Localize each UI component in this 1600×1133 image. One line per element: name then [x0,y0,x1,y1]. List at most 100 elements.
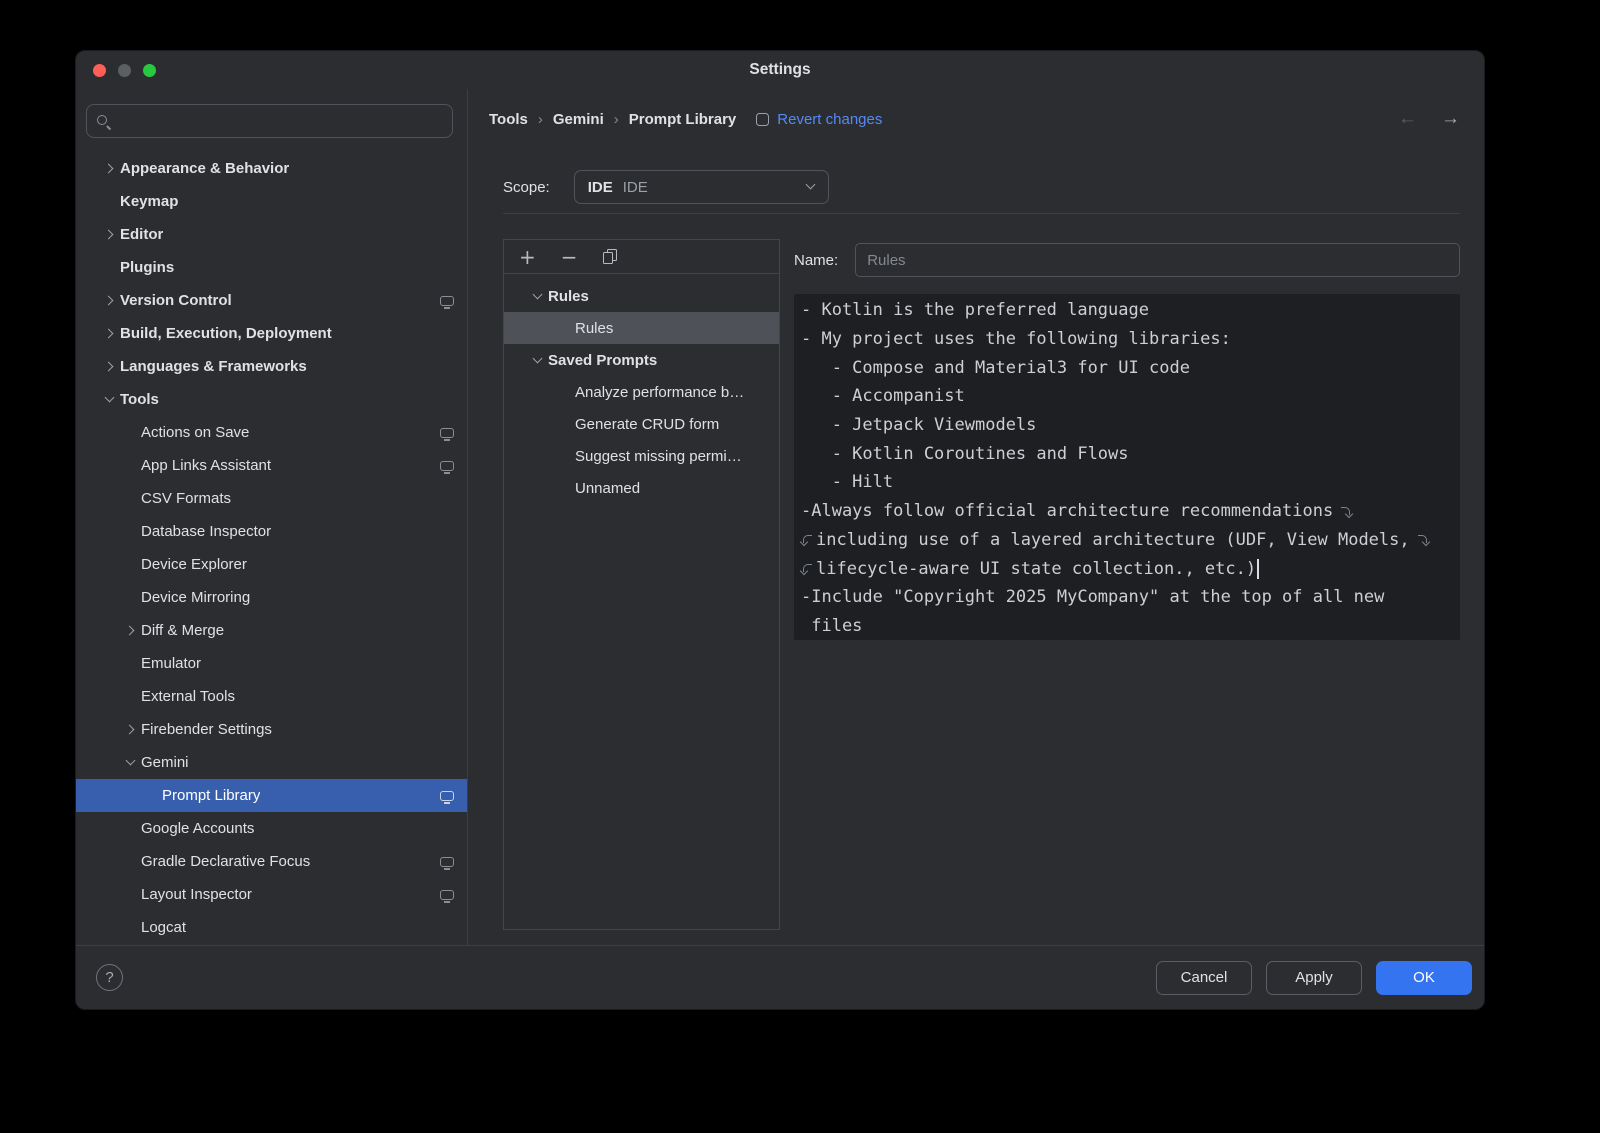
editor-line: -Include "Copyright 2025 MyCompany" at t… [801,587,1384,607]
sidebar-item-gradle-declarative-focus[interactable]: Gradle Declarative Focus [76,845,467,878]
chevron-down-icon [526,292,548,301]
prompt-group-saved-prompts[interactable]: Saved Prompts [504,344,779,376]
minimize-window-button[interactable] [118,64,131,77]
forward-arrow-icon[interactable]: → [1441,108,1460,130]
sidebar-item-device-mirroring[interactable]: Device Mirroring [76,581,467,614]
sidebar-item-label: Gradle Declarative Focus [141,853,310,870]
sidebar-item-version-control[interactable]: Version Control [76,284,467,317]
sidebar-item-google-accounts[interactable]: Google Accounts [76,812,467,845]
prompt-item-generate-crud-form[interactable]: Generate CRUD form [504,408,779,440]
traffic-lights [93,51,156,89]
sidebar-item-gemini[interactable]: Gemini [76,746,467,779]
sidebar-item-device-explorer[interactable]: Device Explorer [76,548,467,581]
settings-tree: Appearance & Behavior Keymap Editor Plug… [76,152,467,944]
prompt-text-editor[interactable]: - Kotlin is the preferred language - My … [794,294,1460,640]
editor-line: - Jetpack Viewmodels [801,415,1036,435]
history-nav: ← → [1398,108,1460,130]
search-field[interactable] [86,104,453,138]
scope-dropdown[interactable]: IDE IDE [574,170,829,204]
prompt-detail-panel: Name: - Kotlin is the preferred language… [794,239,1460,930]
soft-wrap-icon [1417,532,1430,547]
prompt-item-rules[interactable]: Rules [504,312,779,344]
sidebar-item-tools[interactable]: Tools [76,383,467,416]
breadcrumb-gemini[interactable]: Gemini [553,111,604,128]
back-arrow-icon[interactable]: ← [1398,108,1417,130]
soft-wrap-icon [800,561,813,576]
sidebar-item-label: App Links Assistant [141,457,271,474]
sidebar-item-plugins[interactable]: Plugins [76,251,467,284]
scope-value: IDE [623,179,648,196]
text-caret [1257,559,1259,579]
sidebar-item-appearance-behavior[interactable]: Appearance & Behavior [76,152,467,185]
chevron-right-icon [119,626,141,635]
sidebar-item-keymap[interactable]: Keymap [76,185,467,218]
prompt-group-label: Saved Prompts [548,352,657,369]
sidebar-item-actions-on-save[interactable]: Actions on Save [76,416,467,449]
sidebar-item-app-links-assistant[interactable]: App Links Assistant [76,449,467,482]
window-title: Settings [76,61,1484,79]
prompt-item-analyze-performance[interactable]: Analyze performance b… [504,376,779,408]
chevron-right-icon [98,362,120,371]
prompt-item-label: Rules [575,320,613,337]
sidebar-item-label: Build, Execution, Deployment [120,325,332,342]
prompt-group-rules[interactable]: Rules [504,280,779,312]
sidebar-item-layout-inspector[interactable]: Layout Inspector [76,878,467,911]
ide-settings-icon [440,890,454,900]
sidebar-item-label: Tools [120,391,159,408]
chevron-right-icon [119,725,141,734]
sidebar-item-label: Appearance & Behavior [120,160,289,177]
sidebar-item-csv-formats[interactable]: CSV Formats [76,482,467,515]
ok-button[interactable]: OK [1376,961,1472,995]
sidebar-item-label: External Tools [141,688,235,705]
sidebar-item-label: Firebender Settings [141,721,272,738]
sidebar-item-build-execution-deployment[interactable]: Build, Execution, Deployment [76,317,467,350]
revert-changes-link[interactable]: Revert changes [777,111,882,128]
sidebar-item-emulator[interactable]: Emulator [76,647,467,680]
sidebar-item-logcat[interactable]: Logcat [76,911,467,944]
apply-button[interactable]: Apply [1266,961,1362,995]
remove-prompt-button[interactable]: − [561,247,578,267]
editor-line: lifecycle-aware UI state collection., et… [816,559,1256,579]
sidebar-item-label: Keymap [120,193,178,210]
prompt-item-unnamed[interactable]: Unnamed [504,472,779,504]
sidebar-item-firebender-settings[interactable]: Firebender Settings [76,713,467,746]
chevron-down-icon [119,758,141,767]
sidebar-item-external-tools[interactable]: External Tools [76,680,467,713]
prompt-library-panels: + − Rules Rules [503,239,1460,930]
chevron-down-icon [806,178,815,196]
chevron-right-icon [98,329,120,338]
prompt-item-label: Generate CRUD form [575,416,719,433]
ide-settings-icon [440,791,454,801]
revert-icon [756,113,769,126]
prompt-tree-panel: + − Rules Rules [503,239,780,930]
search-icon [97,114,111,128]
search-input[interactable] [120,112,442,131]
editor-line: - Kotlin is the preferred language [801,300,1149,320]
sidebar-item-diff-merge[interactable]: Diff & Merge [76,614,467,647]
copy-prompt-button[interactable] [603,249,617,264]
sidebar-item-label: Editor [120,226,163,243]
breadcrumb-tools[interactable]: Tools [489,111,528,128]
editor-line: files [801,616,862,636]
soft-wrap-icon [1340,504,1353,519]
sidebar-item-prompt-library[interactable]: Prompt Library [76,779,467,812]
sidebar-item-database-inspector[interactable]: Database Inspector [76,515,467,548]
sidebar-item-languages-frameworks[interactable]: Languages & Frameworks [76,350,467,383]
prompt-name-input[interactable] [855,243,1460,277]
close-window-button[interactable] [93,64,106,77]
editor-line: - Kotlin Coroutines and Flows [801,444,1129,464]
prompt-item-suggest-missing-permissions[interactable]: Suggest missing permi… [504,440,779,472]
sidebar-item-editor[interactable]: Editor [76,218,467,251]
scope-label: Scope: [503,179,550,196]
settings-sidebar: Appearance & Behavior Keymap Editor Plug… [76,89,468,945]
help-button[interactable]: ? [96,964,123,991]
editor-line: - Hilt [801,472,893,492]
window-body: Appearance & Behavior Keymap Editor Plug… [76,89,1484,945]
sidebar-item-label: Logcat [141,919,186,936]
zoom-window-button[interactable] [143,64,156,77]
breadcrumb-separator: › [538,111,543,128]
prompt-item-label: Analyze performance b… [575,384,744,401]
add-prompt-button[interactable]: + [519,247,536,267]
name-label: Name: [794,252,838,269]
cancel-button[interactable]: Cancel [1156,961,1252,995]
